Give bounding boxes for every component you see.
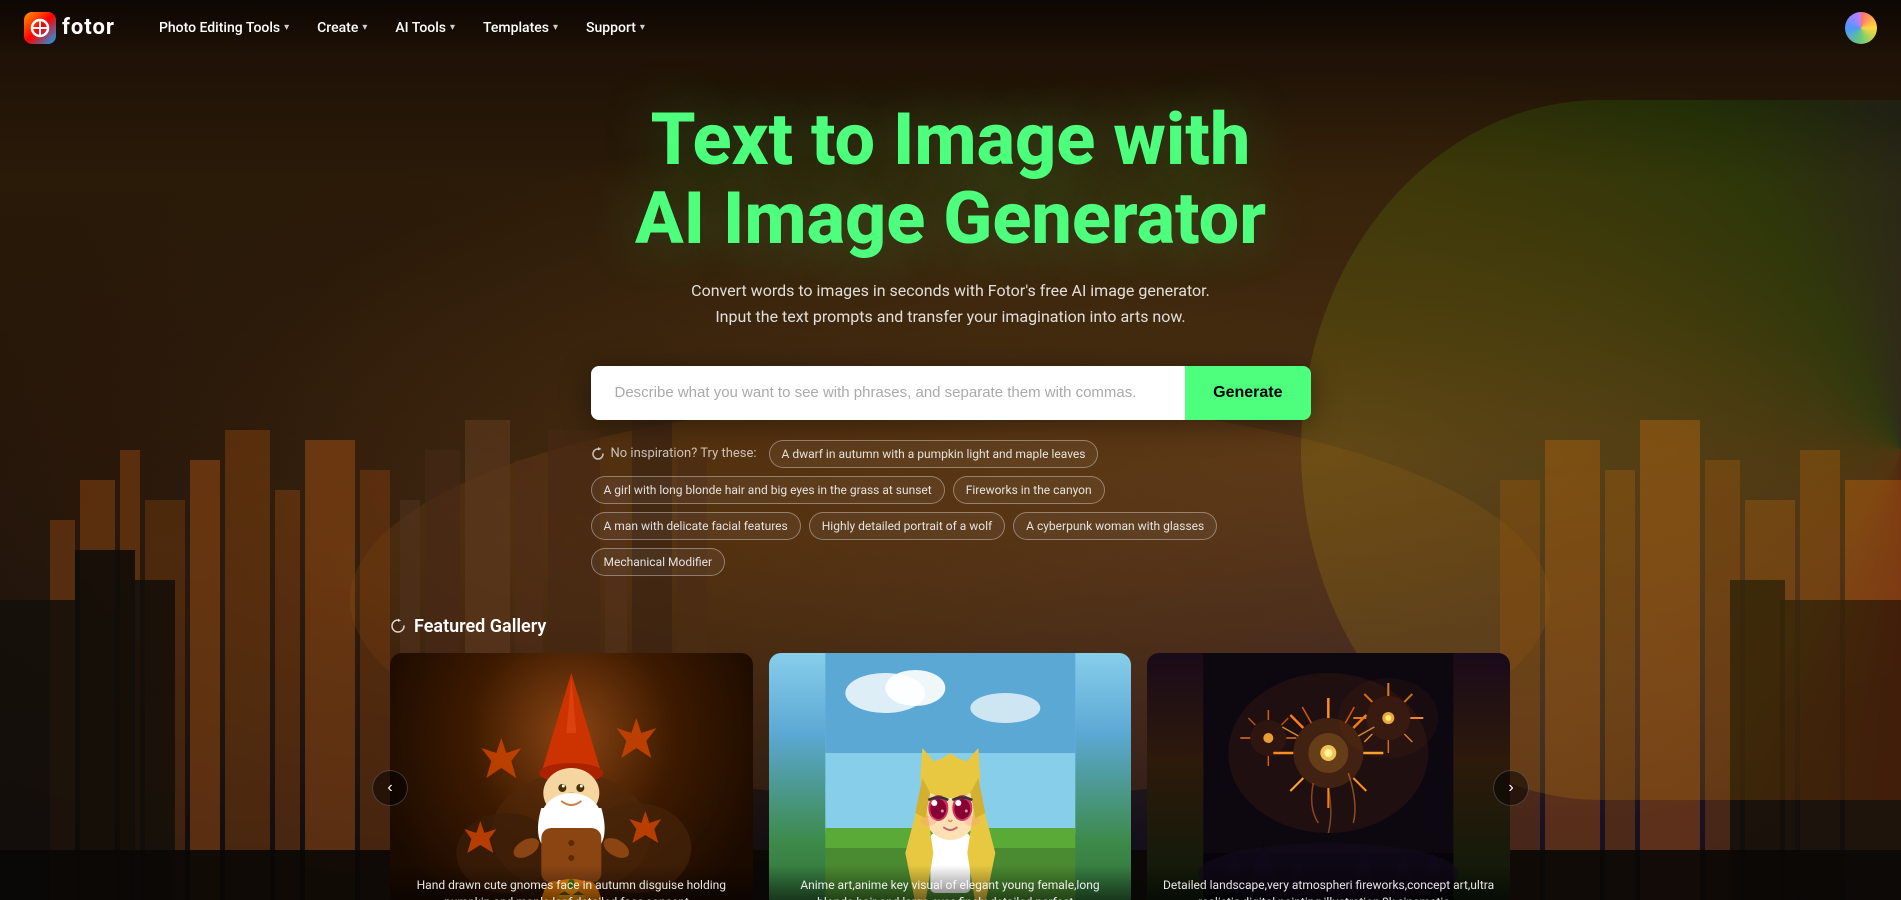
suggestion-chip-3[interactable]: A man with delicate facial features xyxy=(591,512,801,540)
nav-create[interactable]: Create ▾ xyxy=(305,14,379,42)
chevron-down-icon: ▾ xyxy=(284,22,289,33)
nav-templates[interactable]: Templates ▾ xyxy=(471,14,570,42)
card-caption-2: Detailed landscape,very atmospheri firew… xyxy=(1147,865,1510,900)
suggestion-chip-4[interactable]: Highly detailed portrait of a wolf xyxy=(809,512,1005,540)
suggestion-chip-5[interactable]: A cyberpunk woman with glasses xyxy=(1013,512,1217,540)
logo-text: fotor xyxy=(62,15,115,40)
nav-photo-editing[interactable]: Photo Editing Tools ▾ xyxy=(147,14,301,42)
card-gnome-bg xyxy=(390,653,753,900)
navbar: fotor Photo Editing Tools ▾ Create ▾ AI … xyxy=(0,0,1901,55)
inspiration-row: No inspiration? Try these: A dwarf in au… xyxy=(591,440,1311,576)
chevron-down-icon: ▾ xyxy=(553,22,558,33)
chevron-down-icon: ▾ xyxy=(640,22,645,33)
gallery-section: Featured Gallery ‹ xyxy=(0,616,1901,900)
gallery-icon xyxy=(390,618,406,634)
hero-subtitle: Convert words to images in seconds with … xyxy=(691,278,1211,329)
gallery-card-1[interactable]: Anime art,anime key visual of elegant yo… xyxy=(769,653,1132,900)
card-anime-bg xyxy=(769,653,1132,900)
hero-content: Text to Image with AI Image Generator Co… xyxy=(0,0,1901,900)
gallery-header: Featured Gallery xyxy=(390,616,1511,637)
logo[interactable]: fotor xyxy=(24,12,115,44)
hero-title: Text to Image with AI Image Generator xyxy=(635,100,1266,258)
gallery-card-0[interactable]: Hand drawn cute gnomes face in autumn di… xyxy=(390,653,753,900)
search-input[interactable] xyxy=(591,366,1186,420)
gallery-carousel-wrapper: ‹ xyxy=(390,653,1511,900)
card-caption-0: Hand drawn cute gnomes face in autumn di… xyxy=(390,865,753,900)
carousel-next-button[interactable]: › xyxy=(1493,770,1529,806)
chevron-down-icon: ▾ xyxy=(450,22,455,33)
carousel-prev-button[interactable]: ‹ xyxy=(372,770,408,806)
gallery-title: Featured Gallery xyxy=(414,616,546,637)
hero-section: fotor Photo Editing Tools ▾ Create ▾ AI … xyxy=(0,0,1901,900)
gallery-carousel: Hand drawn cute gnomes face in autumn di… xyxy=(390,653,1511,900)
card-fireworks-bg xyxy=(1147,653,1510,900)
search-bar: Generate xyxy=(591,366,1311,420)
suggestion-chip-2[interactable]: Fireworks in the canyon xyxy=(953,476,1105,504)
refresh-icon xyxy=(591,447,605,461)
suggestion-chip-6[interactable]: Mechanical Modifier xyxy=(591,548,726,576)
card-caption-1: Anime art,anime key visual of elegant yo… xyxy=(769,865,1132,900)
suggestion-chip-1[interactable]: A girl with long blonde hair and big eye… xyxy=(591,476,945,504)
avatar[interactable] xyxy=(1845,12,1877,44)
nav-items: Photo Editing Tools ▾ Create ▾ AI Tools … xyxy=(147,14,1845,42)
generate-button[interactable]: Generate xyxy=(1185,366,1310,420)
nav-right xyxy=(1845,12,1877,44)
gallery-card-2[interactable]: Detailed landscape,very atmospheri firew… xyxy=(1147,653,1510,900)
nav-ai-tools[interactable]: AI Tools ▾ xyxy=(383,14,467,42)
inspiration-label: No inspiration? Try these: xyxy=(591,446,757,461)
chevron-down-icon: ▾ xyxy=(362,22,367,33)
logo-icon xyxy=(24,12,56,44)
nav-support[interactable]: Support ▾ xyxy=(574,14,657,42)
suggestion-chip-0[interactable]: A dwarf in autumn with a pumpkin light a… xyxy=(769,440,1099,468)
